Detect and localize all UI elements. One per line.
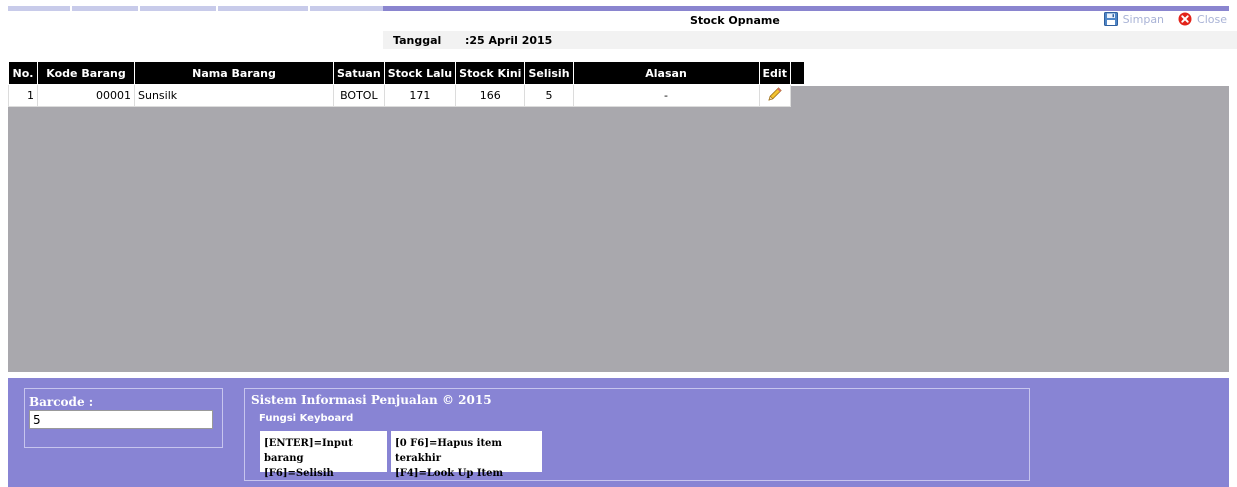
column-header-nama-barang[interactable]: Nama Barang bbox=[134, 61, 334, 85]
cell-alasan: - bbox=[572, 84, 760, 107]
grid-divider bbox=[8, 372, 1229, 374]
cell-satuan: BOTOL bbox=[333, 84, 385, 107]
shortcut-f6: [F6]=Selisih bbox=[264, 468, 334, 479]
top-strip-light bbox=[8, 6, 383, 11]
top-strip-dark bbox=[383, 6, 1229, 11]
footer-panel: Barcode : Sistem Informasi Penjualan © 2… bbox=[8, 378, 1229, 487]
column-header-edit[interactable]: Edit bbox=[758, 61, 791, 85]
close-circle-icon bbox=[1178, 12, 1192, 26]
edit-row-button[interactable] bbox=[758, 84, 791, 107]
keyboard-functions-title: Fungsi Keyboard bbox=[259, 413, 354, 424]
column-header-filler bbox=[789, 61, 805, 85]
cell-stock-lalu: 171 bbox=[383, 84, 457, 107]
column-header-kode-barang[interactable]: Kode Barang bbox=[37, 61, 135, 85]
shortcut-0-f6: [0 F6]=Hapus item terakhir bbox=[395, 438, 503, 464]
close-button[interactable]: Close bbox=[1178, 12, 1227, 26]
cell-no: 1 bbox=[8, 84, 38, 107]
barcode-input[interactable] bbox=[29, 410, 213, 429]
cell-kode-barang: 00001 bbox=[37, 84, 135, 107]
cell-stock-kini: 166 bbox=[455, 84, 526, 107]
app-copyright: Sistem Informasi Penjualan © 2015 bbox=[251, 393, 492, 407]
toolbar: Simpan Close bbox=[1103, 12, 1227, 26]
column-header-selisih[interactable]: Selisih bbox=[524, 61, 574, 85]
barcode-panel: Barcode : bbox=[24, 388, 223, 448]
shortcut-enter: [ENTER]=Input barang bbox=[264, 438, 353, 464]
close-label: Close bbox=[1197, 12, 1227, 26]
floppy-disk-icon bbox=[1103, 12, 1118, 26]
barcode-label: Barcode : bbox=[29, 395, 94, 409]
column-header-stock-lalu[interactable]: Stock Lalu bbox=[383, 61, 457, 85]
shortcut-box-left: [ENTER]=Input barang [F6]=Selisih bbox=[260, 431, 387, 479]
window-title: Stock Opname bbox=[690, 14, 780, 27]
top-strip bbox=[8, 6, 1229, 11]
column-header-alasan[interactable]: Alasan bbox=[572, 61, 760, 85]
grid-background bbox=[8, 86, 1229, 374]
column-header-no[interactable]: No. bbox=[8, 61, 38, 85]
save-button[interactable]: Simpan bbox=[1103, 12, 1165, 26]
shortcut-box-right: [0 F6]=Hapus item terakhir [F4]=Look Up … bbox=[391, 431, 542, 479]
info-panel: Sistem Informasi Penjualan © 2015 Fungsi… bbox=[244, 388, 1030, 481]
table-row[interactable]: 1 00001 Sunsilk BOTOL 171 166 5 - bbox=[8, 84, 805, 107]
pencil-icon[interactable] bbox=[767, 87, 783, 105]
cell-nama-barang: Sunsilk bbox=[134, 84, 334, 107]
date-value: :25 April 2015 bbox=[465, 34, 553, 47]
date-label: Tanggal bbox=[393, 34, 442, 47]
stock-table: No. Kode Barang Nama Barang Satuan Stock… bbox=[8, 61, 805, 107]
shortcut-f4: [F4]=Look Up Item bbox=[395, 468, 504, 479]
cell-selisih: 5 bbox=[524, 84, 574, 107]
date-row: Tanggal :25 April 2015 bbox=[383, 31, 1237, 49]
column-header-stock-kini[interactable]: Stock Kini bbox=[455, 61, 526, 85]
table-header-row: No. Kode Barang Nama Barang Satuan Stock… bbox=[8, 61, 805, 85]
column-header-satuan[interactable]: Satuan bbox=[333, 61, 385, 85]
save-label: Simpan bbox=[1122, 12, 1165, 26]
